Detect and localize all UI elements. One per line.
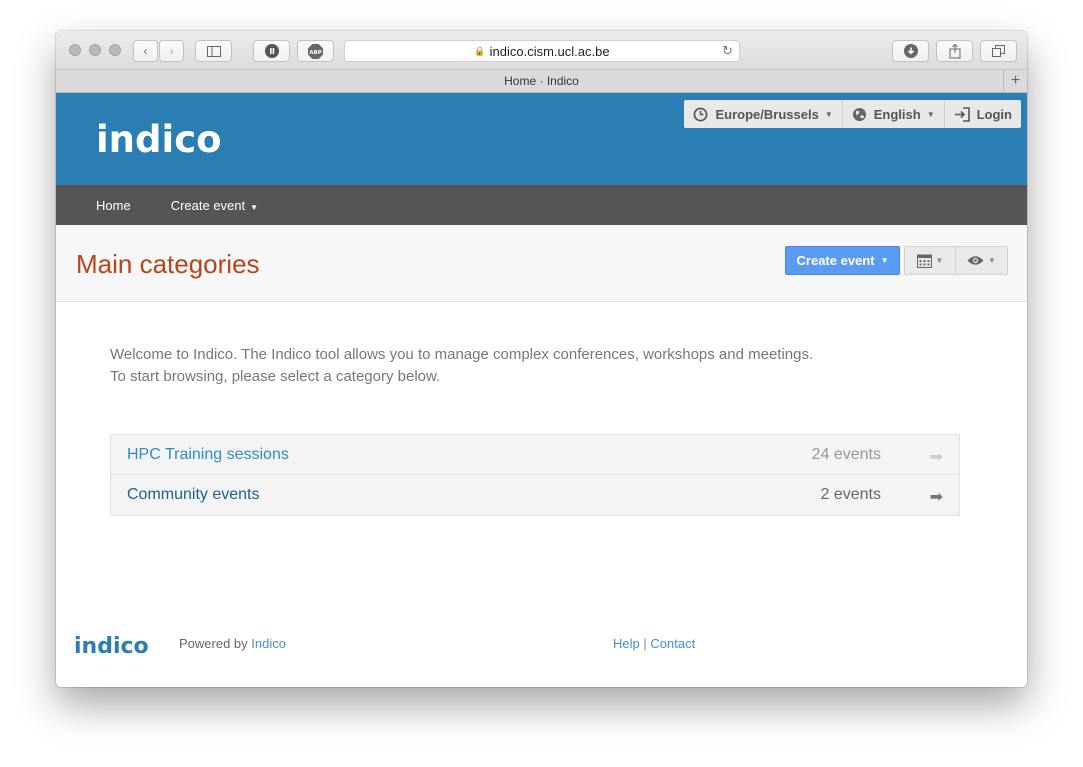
category-count: 24 events bbox=[811, 446, 881, 463]
category-row[interactable]: Community events 2 events ➡ bbox=[111, 475, 959, 515]
tab-bar: Home · Indico + bbox=[56, 70, 1027, 93]
chevron-left-icon: ‹ bbox=[143, 44, 148, 58]
page-title: Main categories bbox=[76, 249, 260, 279]
caret-down-icon: ▼ bbox=[926, 109, 935, 119]
timezone-label: Europe/Brussels bbox=[715, 106, 819, 122]
tab-active[interactable]: Home · Indico bbox=[504, 74, 579, 88]
caret-down-icon: ▼ bbox=[935, 256, 944, 265]
caret-down-icon: ▼ bbox=[250, 202, 259, 212]
lock-icon: 🔒 bbox=[474, 45, 486, 56]
downloads-button[interactable] bbox=[892, 40, 929, 62]
address-bar[interactable]: 🔒 indico.cism.ucl.ac.be ↻ bbox=[344, 40, 740, 62]
caret-down-icon: ▼ bbox=[988, 256, 996, 265]
category-row[interactable]: HPC Training sessions 24 events ➡ bbox=[111, 435, 959, 475]
category-name[interactable]: HPC Training sessions bbox=[127, 446, 289, 464]
footer-logo-wordmark: indico bbox=[74, 634, 149, 659]
nav-create-event[interactable]: Create event ▼ bbox=[171, 198, 258, 213]
language-label: English bbox=[873, 106, 921, 122]
login-button[interactable]: Login bbox=[945, 100, 1021, 128]
welcome-line-2: To start browsing, please select a categ… bbox=[110, 368, 441, 385]
footer-logo[interactable]: indico bbox=[74, 627, 164, 670]
sidebar-icon bbox=[206, 45, 221, 57]
minimize-window-button[interactable] bbox=[89, 44, 101, 56]
create-event-label: Create event bbox=[796, 253, 875, 268]
welcome-text: Welcome to Indico. The Indico tool allow… bbox=[110, 344, 813, 388]
caret-down-icon: ▼ bbox=[880, 256, 889, 265]
powered-by-text: Powered by bbox=[179, 636, 248, 651]
back-button[interactable]: ‹ bbox=[133, 40, 158, 62]
category-count: 2 events bbox=[820, 486, 881, 503]
share-button[interactable] bbox=[936, 40, 973, 62]
arrow-right-icon[interactable]: ➡ bbox=[930, 487, 943, 507]
timezone-selector[interactable]: Europe/Brussels ▼ bbox=[684, 100, 843, 128]
indico-logo[interactable]: indico bbox=[96, 110, 246, 177]
eye-icon bbox=[967, 256, 984, 265]
zoom-window-button[interactable] bbox=[109, 44, 121, 56]
chevron-right-icon: › bbox=[169, 44, 174, 58]
category-list: HPC Training sessions 24 events ➡ Commun… bbox=[110, 434, 960, 516]
forward-button[interactable]: › bbox=[159, 40, 184, 62]
create-event-button[interactable]: Create event ▼ bbox=[785, 246, 900, 275]
adblock-button[interactable]: ABP bbox=[297, 40, 334, 62]
sidebar-toggle-button[interactable] bbox=[195, 40, 232, 62]
close-window-button[interactable] bbox=[69, 44, 81, 56]
browser-window: ‹ › ABP 🔒 indico.cism.ucl.ac.be ↻ Home ·… bbox=[56, 31, 1027, 687]
clock-icon bbox=[694, 107, 708, 121]
calendar-icon bbox=[916, 254, 932, 268]
category-name[interactable]: Community events bbox=[127, 486, 260, 504]
tabs-icon bbox=[992, 45, 1005, 57]
powered-by: Powered by Indico bbox=[179, 636, 286, 651]
login-label: Login bbox=[976, 106, 1012, 122]
pause-icon bbox=[264, 44, 279, 58]
login-icon bbox=[954, 106, 970, 122]
contact-link[interactable]: Contact bbox=[650, 636, 695, 651]
tabs-overview-button[interactable] bbox=[980, 40, 1017, 62]
page-title-bar: Main categories Create event ▼ ▼ ▼ bbox=[56, 225, 1027, 302]
adblock-icon: ABP bbox=[308, 43, 323, 59]
visibility-button[interactable]: ▼ bbox=[956, 247, 1007, 274]
welcome-line-1: Welcome to Indico. The Indico tool allow… bbox=[110, 346, 814, 363]
footer-separator: | bbox=[643, 636, 647, 651]
reload-icon[interactable]: ↻ bbox=[722, 43, 733, 59]
session-bar: Europe/Brussels ▼ English ▼ Login bbox=[684, 100, 1021, 128]
view-options-group: ▼ ▼ bbox=[904, 246, 1008, 275]
reader-extension-button[interactable] bbox=[253, 40, 290, 62]
calendar-button[interactable]: ▼ bbox=[905, 247, 956, 274]
main-navbar: Home Create event ▼ bbox=[56, 185, 1027, 225]
site-header: indico Europe/Brussels ▼ English ▼ Login bbox=[56, 93, 1027, 185]
help-link[interactable]: Help bbox=[613, 636, 640, 651]
new-tab-button[interactable]: + bbox=[1003, 70, 1027, 92]
arrow-right-icon[interactable]: ➡ bbox=[930, 447, 943, 467]
browser-toolbar: ‹ › ABP 🔒 indico.cism.ucl.ac.be ↻ bbox=[56, 31, 1027, 70]
footer-links: Help | Contact bbox=[613, 636, 695, 651]
powered-by-link[interactable]: Indico bbox=[251, 636, 286, 651]
language-selector[interactable]: English ▼ bbox=[843, 100, 945, 128]
share-icon bbox=[949, 43, 960, 58]
logo-wordmark: indico bbox=[96, 118, 222, 161]
globe-icon bbox=[852, 107, 866, 121]
caret-down-icon: ▼ bbox=[824, 109, 833, 119]
svg-text:ABP: ABP bbox=[309, 50, 321, 56]
nav-home[interactable]: Home bbox=[96, 198, 131, 213]
nav-create-event-label: Create event bbox=[170, 197, 246, 213]
url-text: indico.cism.ucl.ac.be bbox=[489, 43, 610, 59]
download-icon bbox=[903, 44, 918, 58]
